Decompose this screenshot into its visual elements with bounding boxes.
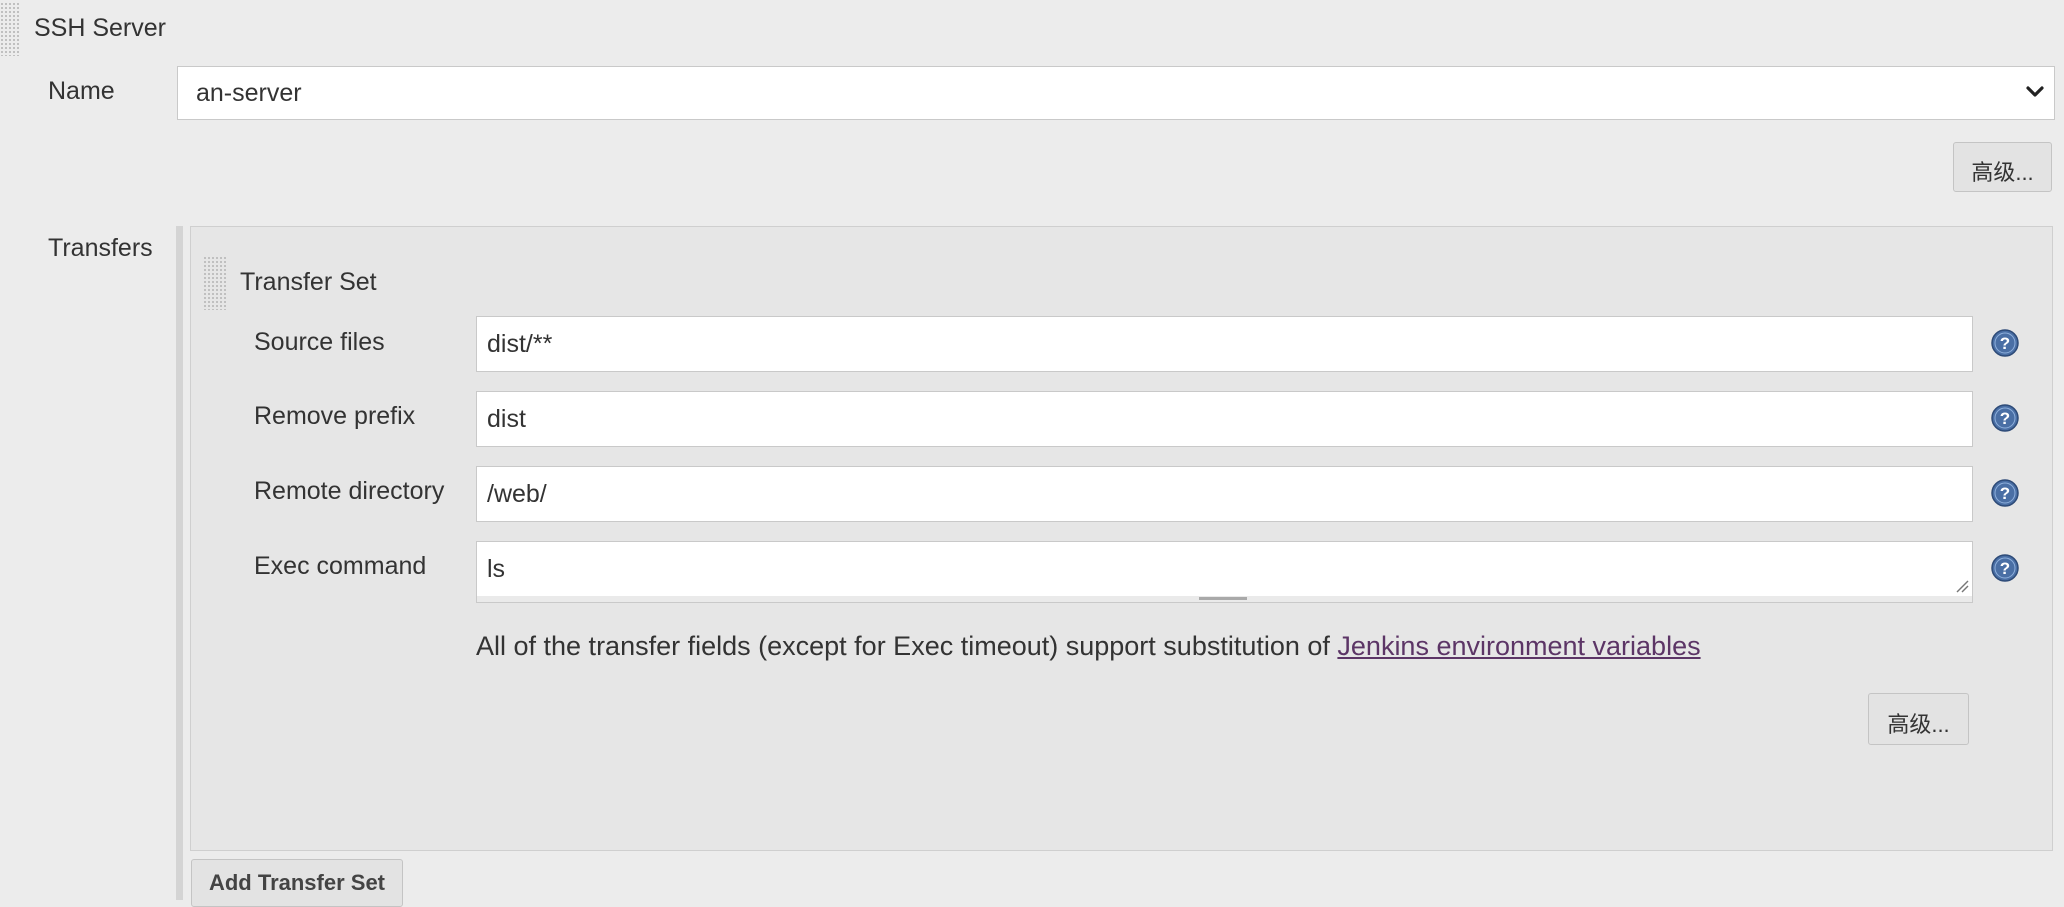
ssh-server-title: SSH Server [34, 14, 166, 42]
transfer-set-title: Transfer Set [240, 268, 377, 296]
svg-text:?: ? [2000, 409, 2010, 428]
ssh-server-advanced-label: 高级... [1971, 160, 2034, 185]
name-label: Name [48, 77, 115, 105]
help-icon[interactable]: ? [1990, 478, 2020, 508]
name-select-value: an-server [196, 79, 302, 107]
chevron-down-icon [2026, 86, 2044, 97]
remove-prefix-label: Remove prefix [254, 402, 416, 430]
substitution-note: All of the transfer fields (except for E… [476, 631, 1701, 662]
resize-handle-icon[interactable] [1955, 579, 1969, 593]
remove-prefix-input[interactable]: dist [476, 391, 1973, 447]
ssh-server-drag-handle-icon[interactable] [0, 2, 20, 56]
transfer-set-advanced-button[interactable]: 高级... [1868, 693, 1969, 745]
help-icon[interactable]: ? [1990, 403, 2020, 433]
source-files-label: Source files [254, 328, 385, 356]
transfer-set-drag-handle-icon[interactable] [203, 256, 227, 310]
remote-directory-input[interactable]: /web/ [476, 466, 1973, 522]
help-icon[interactable]: ? [1990, 553, 2020, 583]
source-files-input[interactable]: dist/** [476, 316, 1973, 372]
svg-text:?: ? [2000, 484, 2010, 503]
textarea-drag-handle-icon[interactable] [1199, 597, 1247, 600]
jenkins-env-vars-link[interactable]: Jenkins environment variables [1337, 631, 1700, 661]
help-icon[interactable]: ? [1990, 328, 2020, 358]
remote-directory-value: /web/ [487, 480, 547, 508]
exec-command-textarea[interactable]: ls [476, 541, 1973, 597]
remote-directory-label: Remote directory [254, 477, 445, 505]
transfer-set-advanced-label: 高级... [1887, 712, 1950, 737]
exec-command-label: Exec command [254, 552, 427, 580]
ssh-server-advanced-button[interactable]: 高级... [1953, 142, 2052, 192]
exec-command-value: ls [487, 555, 506, 583]
name-select[interactable]: an-server [177, 66, 2055, 120]
transfers-list-bar [176, 226, 183, 900]
svg-text:?: ? [2000, 334, 2010, 353]
transfers-label: Transfers [48, 234, 153, 262]
svg-text:?: ? [2000, 559, 2010, 578]
substitution-note-text: All of the transfer fields (except for E… [476, 631, 1338, 661]
remove-prefix-value: dist [487, 405, 526, 433]
source-files-value: dist/** [487, 330, 553, 358]
